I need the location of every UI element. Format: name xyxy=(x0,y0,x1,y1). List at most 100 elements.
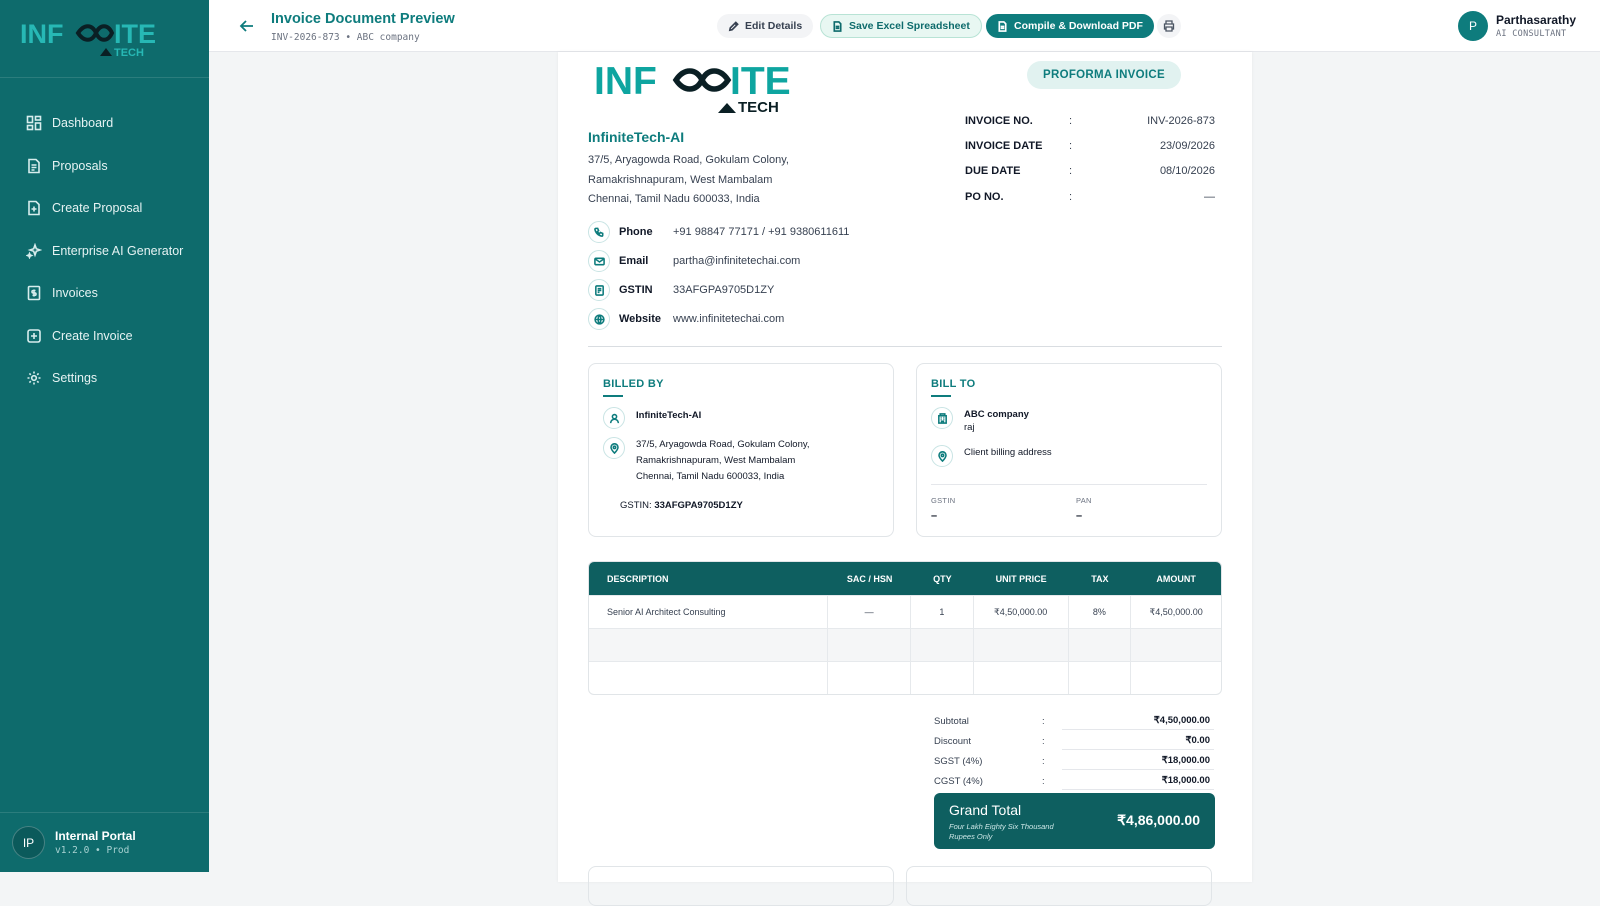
meta-po-no: PO NO. : — xyxy=(965,189,1215,205)
column-header: AMOUNT xyxy=(1156,573,1196,584)
table-cell xyxy=(589,629,829,661)
globe-icon xyxy=(588,308,610,330)
edit-details-label: Edit Details xyxy=(745,20,803,32)
table-cell xyxy=(589,662,829,694)
grand-total-box: Grand Total Four Lakh Eighty Six Thousan… xyxy=(934,793,1215,849)
table-cell: ₹4,50,000.00 xyxy=(1149,606,1203,617)
total-cgst: CGST (4%) : ₹18,000.00 xyxy=(934,772,1214,790)
line-items-table: DESCRIPTION SAC / HSN QTY UNIT PRICE TAX… xyxy=(588,561,1222,695)
table-cell xyxy=(911,629,974,661)
address-line: 37/5, Aryagowda Road, Gokulam Colony, xyxy=(636,439,810,450)
card-heading: BILLED BY xyxy=(603,378,664,390)
contact-phone: Phone +91 98847 77171 / +91 9380611611 xyxy=(588,221,849,243)
meta-invoice-date: INVOICE DATE : 23/09/2026 xyxy=(965,138,1215,154)
gstin-label: GSTIN: xyxy=(620,500,652,511)
print-button[interactable] xyxy=(1157,14,1181,38)
column-header: UNIT PRICE xyxy=(995,573,1047,584)
column-header: SAC / HSN xyxy=(846,573,893,584)
mail-icon xyxy=(588,250,610,272)
sidebar-item-label: Create Invoice xyxy=(52,328,133,343)
footer-card-left xyxy=(588,866,894,906)
sidebar-item-proposals[interactable]: Proposals xyxy=(0,145,209,188)
contact-label: GSTIN xyxy=(619,284,653,296)
address-line: 37/5, Aryagowda Road, Gokulam Colony, xyxy=(588,154,789,166)
sidebar-item-label: Enterprise AI Generator xyxy=(52,243,184,258)
gear-icon xyxy=(27,371,41,385)
company-address: 37/5, Aryagowda Road, Gokulam Colony, Ra… xyxy=(588,151,789,210)
footer-card-right xyxy=(906,866,1212,906)
printer-icon xyxy=(1163,20,1175,32)
dashboard-icon xyxy=(26,115,42,131)
user-profile[interactable]: P Parthasarathy AI CONSULTANT xyxy=(1458,11,1576,41)
table-cell xyxy=(974,662,1069,694)
table-row xyxy=(589,628,1221,661)
bill-to-client: ABC company raj xyxy=(964,408,1029,434)
meta-colon: : xyxy=(1069,165,1073,177)
user-role: AI CONSULTANT xyxy=(1496,29,1567,39)
heading-underline xyxy=(603,395,623,397)
meta-colon: : xyxy=(1069,191,1073,203)
contact-value: www.infinitetechai.com xyxy=(673,313,785,325)
meta-label: INVOICE NO. xyxy=(965,115,1033,127)
table-cell xyxy=(828,629,912,661)
contact-website: Website www.infinitetechai.com xyxy=(588,308,784,330)
invoice-icon xyxy=(27,285,41,301)
back-arrow-icon[interactable] xyxy=(239,18,255,34)
total-label: CGST (4%) xyxy=(934,775,983,787)
sidebar-item-enterprise-ai-generator[interactable]: Enterprise AI Generator xyxy=(0,230,209,273)
sidebar-item-create-invoice[interactable]: Create Invoice xyxy=(0,315,209,358)
svg-text:INF: INF xyxy=(594,60,657,103)
client-name: ABC company xyxy=(964,409,1029,420)
sidebar: INF ITE TECH Dashboard Proposals Create … xyxy=(0,0,209,872)
table-cell xyxy=(1131,662,1221,694)
client-contact: raj xyxy=(964,422,975,433)
document-icon xyxy=(28,158,40,174)
sidebar-item-invoices[interactable]: Invoices xyxy=(0,272,209,315)
meta-value: 23/09/2026 xyxy=(1159,140,1215,152)
meta-colon: : xyxy=(1069,115,1073,127)
contact-label: Email xyxy=(619,255,649,267)
address-line: Ramakrishnapuram, West Mambalam xyxy=(636,455,796,466)
location-pin-icon xyxy=(603,437,625,459)
total-value: ₹4,50,000.00 xyxy=(1062,712,1214,730)
total-colon: : xyxy=(1042,775,1045,787)
brand-logo-icon: INF ITE TECH xyxy=(20,19,156,59)
download-pdf-label: Compile & Download PDF xyxy=(1014,20,1143,32)
download-pdf-button[interactable]: Compile & Download PDF xyxy=(986,14,1154,38)
total-subtotal: Subtotal : ₹4,50,000.00 xyxy=(934,712,1214,730)
address-line: Chennai, Tamil Nadu 600033, India xyxy=(588,193,760,205)
total-colon: : xyxy=(1042,755,1045,767)
meta-value: INV-2026-873 xyxy=(1147,115,1215,127)
sidebar-item-settings[interactable]: Settings xyxy=(0,357,209,400)
sidebar-logo[interactable]: INF ITE TECH xyxy=(0,0,209,78)
contact-label: Phone xyxy=(619,226,653,238)
building-icon xyxy=(931,407,953,429)
save-excel-label: Save Excel Spreadsheet xyxy=(849,20,970,32)
sidebar-item-dashboard[interactable]: Dashboard xyxy=(0,102,209,145)
file-plus-icon xyxy=(28,200,40,216)
contact-gstin: GSTIN 33AFGPA9705D1ZY xyxy=(588,279,774,301)
client-address: Client billing address xyxy=(964,447,1052,458)
total-label: SGST (4%) xyxy=(934,755,983,767)
sidebar-item-create-proposal[interactable]: Create Proposal xyxy=(0,187,209,230)
meta-label: PO NO. xyxy=(965,191,1004,203)
meta-due-date: DUE DATE : 08/10/2026 xyxy=(965,163,1215,179)
contact-value: partha@infinitetechai.com xyxy=(673,255,801,267)
table-cell xyxy=(911,662,974,694)
table-cell xyxy=(1131,629,1221,661)
save-excel-button[interactable]: Save Excel Spreadsheet xyxy=(820,14,982,38)
edit-details-button[interactable]: Edit Details xyxy=(717,14,814,38)
company-name: InfiniteTech-AI xyxy=(588,129,685,145)
billed-by-card: BILLED BY InfiniteTech-AI 37/5, Aryagowd… xyxy=(588,363,894,537)
phone-icon xyxy=(588,221,610,243)
portal-version: v1.2.0 • Prod xyxy=(55,845,130,856)
meta-label: DUE DATE xyxy=(965,165,1021,177)
company-logo-icon: INF ITE TECH xyxy=(594,60,791,114)
meta-value: 08/10/2026 xyxy=(1159,165,1215,177)
bill-to-card: BILL TO ABC company raj Client billing a… xyxy=(916,363,1222,537)
svg-text:ITE: ITE xyxy=(114,19,156,49)
total-value: ₹18,000.00 xyxy=(1062,752,1214,770)
table-cell: ₹4,50,000.00 xyxy=(974,596,1069,628)
total-label: Subtotal xyxy=(934,715,969,727)
billed-by-gstin: GSTIN: 33AFGPA9705D1ZY xyxy=(620,498,743,514)
